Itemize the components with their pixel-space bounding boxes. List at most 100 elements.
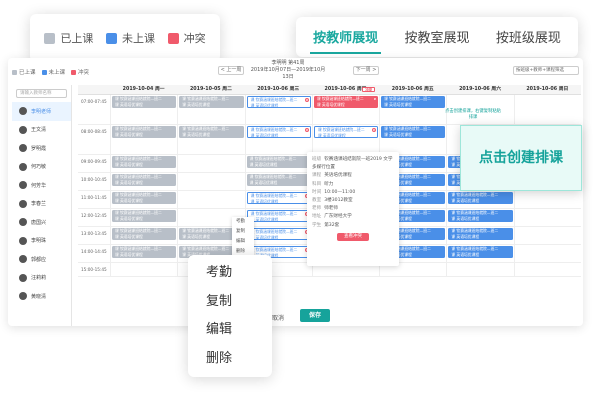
grid-cell[interactable] — [110, 263, 177, 276]
menu-item[interactable]: 删除 — [188, 345, 272, 374]
grid-cell[interactable] — [177, 191, 244, 208]
lesson-block[interactable]: 课 钦赛涵课班结就院—班二课 英语培优课程× — [313, 126, 379, 138]
lesson-block[interactable]: 课 钦赛涵课班结就院—班二课 英语培优课程 — [179, 126, 244, 138]
grid-cell[interactable]: 课 钦赛涵课班结就院—班二课 英语培优课程 — [110, 227, 177, 244]
lesson-course: 课 英语培优课程 — [115, 131, 143, 137]
grid-cell[interactable]: 课 钦赛涵课班结就院—班二课 英语培优课程 — [244, 173, 312, 190]
grid-cell[interactable] — [177, 173, 244, 190]
teacher-search-input[interactable]: 请输入教师名称 — [16, 89, 67, 98]
grid-cell[interactable]: 课 钦赛涵课班结就院—班二课 英语培优课程 — [110, 125, 177, 154]
grid-cell[interactable]: 课 钦赛涵课班结就院—班二课 英语培优课程 — [110, 155, 177, 172]
grid-cell[interactable]: 课 钦赛涵课班结就院—班二课 英语培优课程 — [379, 95, 446, 124]
cancel-button[interactable]: 取消 — [272, 313, 284, 322]
lesson-block[interactable]: 课 钦赛涵课班结就院—班二课 英语培优课程 — [112, 156, 177, 168]
tab-2[interactable]: 按教室展现 — [391, 27, 482, 57]
lesson-block[interactable]: 课 钦赛涵课班结就院—班二课 英语培优课程 — [112, 228, 177, 240]
grid-cell[interactable]: 课 钦赛涵课班结就院—班二课 英语培优课程 — [177, 95, 244, 124]
menu-item[interactable]: 复制 — [188, 288, 272, 317]
teacher-item[interactable]: 黄晓清 — [12, 287, 71, 306]
create-schedule-callout[interactable]: 点击创建排课 — [460, 125, 582, 191]
menu-item[interactable]: 编辑 — [188, 316, 272, 345]
teacher-item[interactable]: 何巧敏 — [12, 158, 71, 177]
teacher-item[interactable]: 何芳华 — [12, 176, 71, 195]
small-menu-item[interactable]: 复制 — [236, 227, 254, 237]
grid-cell[interactable]: 课 钦赛涵课班结就院—班二课 英语培优课程× — [244, 191, 312, 208]
lesson-block[interactable]: 课 钦赛涵课班结就院—班二课 英语培优课程 — [448, 210, 513, 222]
legend-label: 冲突 — [183, 32, 206, 45]
lesson-block[interactable]: 课 钦赛涵课班结就院—班二课 英语培优课程 — [179, 96, 244, 108]
lesson-block[interactable]: 课 钦赛涵课班结就院—班二课 英语培优课程× — [246, 126, 311, 138]
view-conflict-button[interactable]: 查看冲突 — [337, 232, 369, 241]
small-menu-item[interactable]: 编辑 — [236, 237, 254, 247]
remove-icon[interactable]: × — [304, 98, 309, 102]
lesson-block[interactable]: 课 钦赛涵课班结就院—班二课 英语培优课程 — [381, 96, 446, 108]
lesson-block[interactable]: 课 钦赛涵课班结就院—班二课 英语培优课程 — [112, 192, 177, 204]
teacher-item[interactable]: 罗明霞 — [12, 139, 71, 158]
grid-cell[interactable] — [513, 95, 581, 124]
grid-cell[interactable]: 课 钦赛涵课班结就院—班二课 英语培优课程 — [244, 155, 312, 172]
grid-cell[interactable]: 课 钦赛涵课班结就院—班二课 英语培优课程 — [446, 209, 513, 226]
grid-cell[interactable]: 课 钦赛涵课班结就院—班二课 英语培优课程× — [244, 227, 312, 244]
lesson-block[interactable]: 课 钦赛涵课班结就院—班二课 英语培优课程 — [112, 126, 177, 138]
grid-cell[interactable]: 课 钦赛涵课班结就院—班二课 英语培优课程 — [110, 245, 177, 262]
grid-cell[interactable]: 课 钦赛涵课班结就院—班二课 英语培优课程 — [110, 95, 177, 124]
remove-icon[interactable]: × — [304, 128, 309, 132]
prev-week-button[interactable]: < 上一周 — [218, 66, 244, 75]
grid-cell[interactable] — [513, 209, 581, 226]
grid-cell[interactable] — [513, 263, 581, 276]
menu-item[interactable]: 考勤 — [188, 259, 272, 288]
lesson-block[interactable]: 课 钦赛涵课班结就院—班二课 英语培优课程× — [246, 210, 311, 222]
next-week-button[interactable]: 下一周 > — [353, 66, 379, 75]
lesson-block[interactable]: 课 钦赛涵课班结就院—班二课 英语培优课程 — [246, 156, 311, 168]
teacher-item[interactable]: 王文清 — [12, 121, 71, 140]
grid-cell[interactable]: 课 钦赛涵课班结就院—班二课 英语培优课程× — [244, 209, 312, 226]
grid-cell[interactable]: 课 钦赛涵课班结就院—班二课 英语培优课程× — [244, 95, 312, 124]
lesson-course: 课 英语培优课程 — [115, 179, 143, 185]
grid-cell[interactable]: 课 钦赛涵课班结就院—班二课 英语培优课程 — [446, 227, 513, 244]
grid-cell[interactable]: 课 钦赛涵课班结就院—班二课 英语培优课程 — [446, 245, 513, 262]
filter-select[interactable]: 按班级+教师+课程筛选 — [513, 66, 579, 75]
grid-cell[interactable]: 课 钦赛涵课班结就院—班二课 英语培优课程 — [177, 125, 244, 154]
teacher-item[interactable]: 汪莉莉 — [12, 269, 71, 288]
lesson-course: 课 英语培优课程 — [115, 215, 143, 221]
lesson-block[interactable]: 课 钦赛涵课班结就院—班二课 英语培优课程× — [313, 96, 379, 108]
grid-cell[interactable] — [513, 227, 581, 244]
lesson-block[interactable]: 课 钦赛涵课班结就院—班二课 英语培优课程 — [448, 228, 513, 240]
grid-cell[interactable]: 课 钦赛涵课班结就院—班二课 英语培优课程 — [110, 191, 177, 208]
tab-3[interactable]: 按班级展现 — [483, 27, 574, 57]
grid-cell[interactable] — [513, 245, 581, 262]
lesson-block[interactable]: 课 钦赛涵课班结就院—班二课 英语培优课程× — [246, 96, 311, 108]
grid-cell[interactable]: 课 钦赛涵课班结就院—班二课 英语培优课程 — [446, 191, 513, 208]
grid-cell[interactable]: 课 钦赛涵课班结就院—班二课 英语培优课程 — [379, 125, 446, 154]
teacher-item[interactable]: 李明老师 — [12, 102, 71, 121]
remove-icon[interactable]: × — [372, 128, 377, 132]
grid-cell[interactable]: 课 钦赛涵课班结就院—班二课 英语培优课程× — [311, 125, 379, 154]
teacher-item[interactable]: 李春兰 — [12, 195, 71, 214]
small-menu-item[interactable]: 考勤 — [236, 217, 254, 227]
lesson-course: 课 英语培优课程 — [249, 161, 278, 167]
lesson-block[interactable]: 课 钦赛涵课班结就院—班二课 英语培优课程 — [112, 174, 177, 186]
lesson-block[interactable]: 课 钦赛涵课班结就院—班二课 英语培优课程 — [448, 192, 513, 204]
lesson-block[interactable]: 课 钦赛涵课班结就院—班二课 英语培优课程 — [246, 174, 311, 186]
tab-1[interactable]: 按教师展现 — [300, 27, 391, 57]
grid-cell[interactable] — [177, 155, 244, 172]
lesson-block[interactable]: 课 钦赛涵课班结就院—班二课 英语培优课程× — [246, 228, 311, 240]
tooltip-key: 老师 — [312, 206, 322, 212]
teacher-item[interactable]: 郭都应 — [12, 250, 71, 269]
remove-icon[interactable]: × — [373, 97, 378, 101]
grid-cell[interactable]: 课 钦赛涵课班结就院—班二课 英语培优课程× — [244, 125, 312, 154]
lesson-block[interactable]: 课 钦赛涵课班结就院—班二课 英语培优课程 — [381, 126, 446, 138]
teacher-item[interactable]: 李明珠 — [12, 232, 71, 251]
teacher-item[interactable]: 唐国兴 — [12, 213, 71, 232]
lesson-block[interactable]: 课 钦赛涵课班结就院—班二课 英语培优课程 — [448, 246, 513, 258]
grid-cell[interactable]: 课 钦赛涵课班结就院—班二课 英语培优课程 — [110, 173, 177, 190]
lesson-block[interactable]: 课 钦赛涵课班结就院—班二课 英语培优课程 — [112, 210, 177, 222]
grid-cell[interactable] — [513, 191, 581, 208]
grid-cell[interactable] — [446, 263, 513, 276]
lesson-block[interactable]: 课 钦赛涵课班结就院—班二课 英语培优课程× — [246, 192, 311, 204]
lesson-block[interactable]: 课 钦赛涵课班结就院—班二课 英语培优课程 — [112, 96, 177, 108]
grid-cell[interactable]: 课 钦赛涵课班结就院—班二课 英语培优课程 — [110, 209, 177, 226]
save-button[interactable]: 保存 — [300, 309, 330, 322]
grid-cell[interactable]: 课 钦赛涵课班结就院—班二课 英语培优课程× — [311, 95, 379, 124]
lesson-block[interactable]: 课 钦赛涵课班结就院—班二课 英语培优课程 — [112, 246, 177, 258]
